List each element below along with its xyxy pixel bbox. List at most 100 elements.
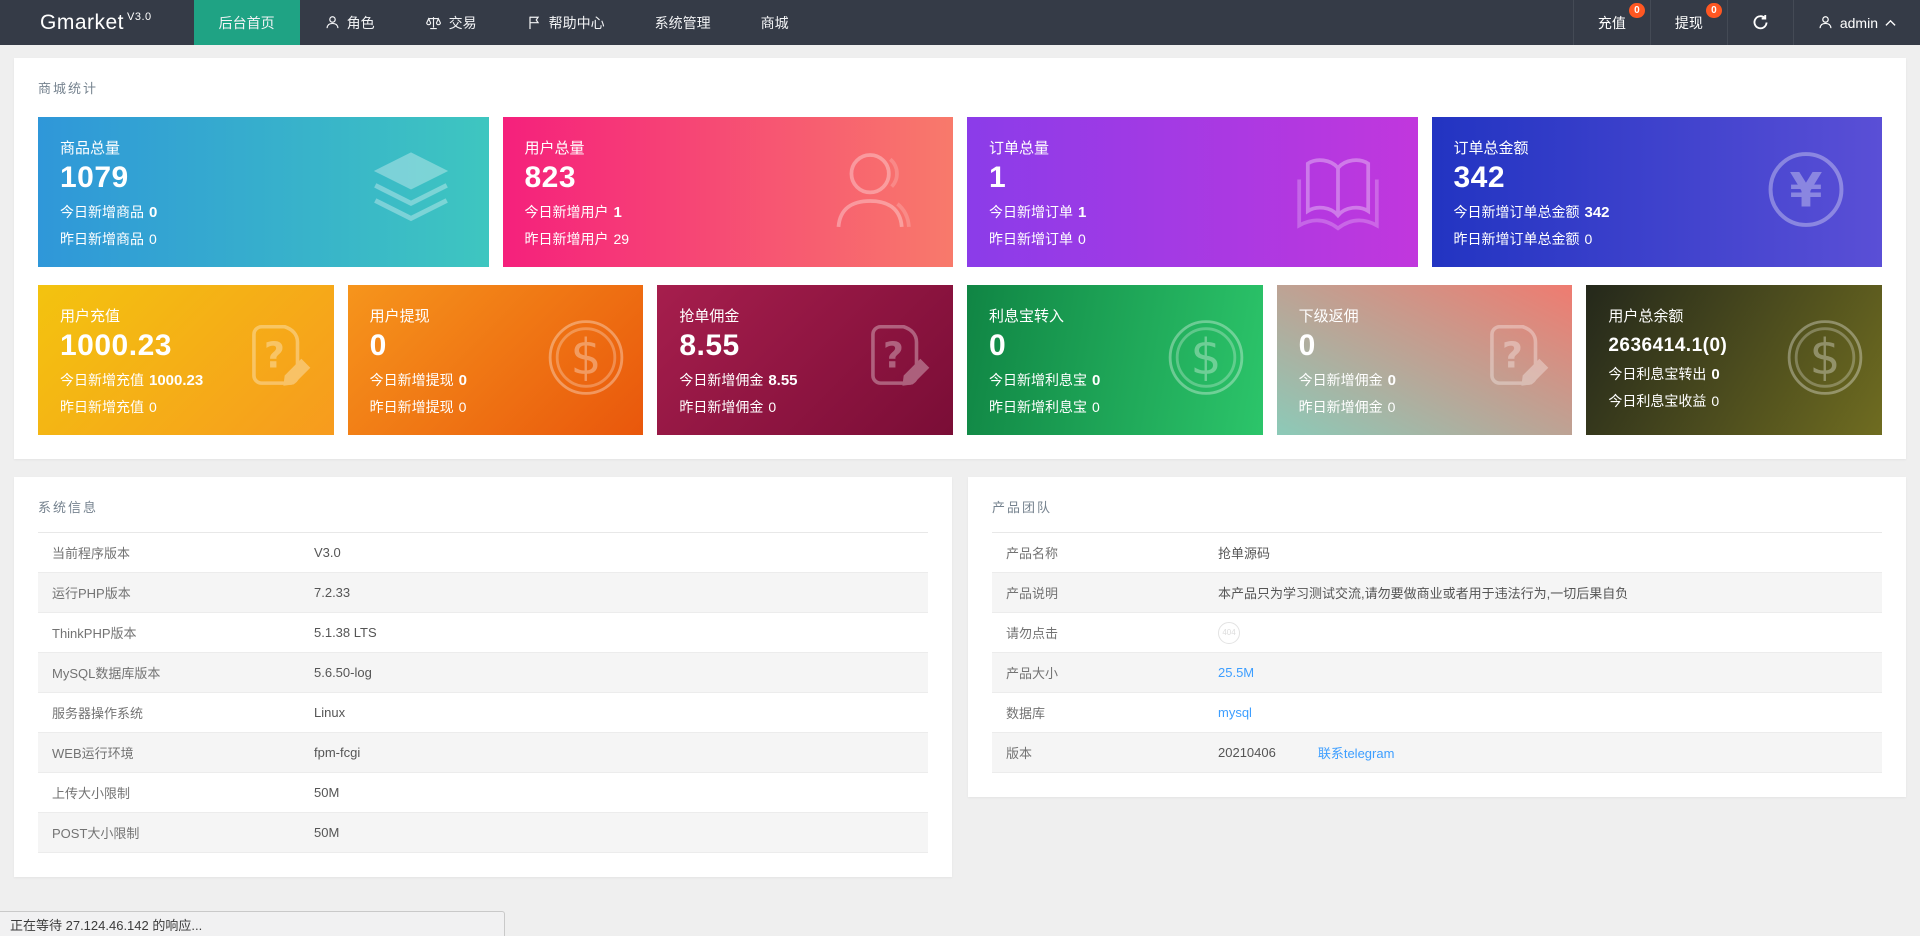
stat-card-line1-value: 0 bbox=[1091, 372, 1101, 389]
info-row-6: 版本 20210406 联系telegram bbox=[992, 733, 1882, 773]
stat-card-line1-value: 0 bbox=[1711, 366, 1720, 383]
username: admin bbox=[1839, 14, 1878, 31]
svg-text:$: $ bbox=[1190, 330, 1221, 386]
app-version: V3.0 bbox=[127, 10, 152, 23]
stat-card-sub-rebate: 下级返佣 0 今日新增佣金 0 昨日新增佣金 0? bbox=[1276, 285, 1573, 435]
main-content: 商城统计 商品总量 1079 今日新增商品 0 昨日新增商品 0 用户总量 823 今日新增用户… bbox=[0, 45, 1920, 877]
stat-card-line1-value: 1 bbox=[1078, 204, 1087, 221]
app-logo[interactable]: Gmarket V3.0 bbox=[0, 0, 194, 45]
stat-card-line2-value: 0 bbox=[1711, 393, 1720, 409]
info-row-value: 5.1.38 LTS bbox=[314, 625, 377, 640]
nav-item-trade[interactable]: 交易 bbox=[400, 0, 502, 45]
doc-question-pencil-icon: ? bbox=[1474, 317, 1556, 404]
info-row-value: 50M bbox=[314, 825, 340, 840]
stat-card-product-total: 商品总量 1079 今日新增商品 0 昨日新增商品 0 bbox=[38, 117, 489, 267]
info-row-4: MySQL数据库版本 5.6.50-log bbox=[38, 653, 928, 693]
stat-card-line1-value: 1 bbox=[613, 204, 622, 221]
main-menu: 后台首页 角色 交易 帮助中心 系统管理 商城 bbox=[193, 0, 814, 45]
nav-item-help-center[interactable]: 帮助中心 bbox=[502, 0, 630, 45]
svg-text:?: ? bbox=[1502, 336, 1523, 377]
info-row-label: 版本 bbox=[1006, 746, 1033, 761]
nav-item-label: 帮助中心 bbox=[548, 14, 605, 31]
info-row-label: 当前程序版本 bbox=[52, 546, 131, 561]
stat-card-line2-label: 昨日新增充值 bbox=[60, 399, 144, 415]
product-team-title: 产品团队 bbox=[992, 500, 1053, 515]
info-row-label: 产品大小 bbox=[1006, 666, 1059, 681]
info-row-link[interactable]: mysql bbox=[1218, 705, 1252, 720]
stat-card-line2-label: 昨日新增用户 bbox=[524, 231, 609, 247]
svg-text:?: ? bbox=[883, 336, 904, 377]
status-text: 正在等待 27.124.46.142 的响应... bbox=[10, 917, 203, 933]
nav-item-mall[interactable]: 商城 bbox=[736, 0, 814, 45]
nav-item-label: 角色 bbox=[346, 14, 375, 31]
scales-icon bbox=[425, 15, 442, 30]
stat-card-user-balance-total: 用户总余额 2636414.1(0) 今日利息宝转出 0 今日利息宝收益 0 $ bbox=[1586, 285, 1882, 435]
refresh-button[interactable] bbox=[1726, 0, 1793, 45]
info-row-7: 上传大小限制 50M bbox=[38, 773, 928, 813]
book-icon bbox=[1292, 144, 1384, 241]
info-row-5: 服务器操作系统 Linux bbox=[38, 693, 928, 733]
nav-item-system-manage[interactable]: 系统管理 bbox=[630, 0, 736, 45]
mall-stats-panel: 商城统计 商品总量 1079 今日新增商品 0 昨日新增商品 0 用户总量 823 今日新增用户… bbox=[14, 58, 1906, 459]
stat-cards-row-2: 用户充值 1000.23 今日新增充值 1000.23 昨日新增充值 0? 用户提现 0 今日新… bbox=[38, 285, 1882, 435]
stat-card-line1-value: 0 bbox=[149, 204, 158, 221]
broken-image-404-icon[interactable]: 404 bbox=[1218, 621, 1240, 644]
info-row-label: WEB运行环境 bbox=[52, 746, 134, 761]
stat-card-line2-value: 0 bbox=[1091, 399, 1100, 415]
stat-card-order-total: 订单总量 1 今日新增订单 1 昨日新增订单 0 bbox=[967, 117, 1418, 267]
info-row-3: 请勿点击 404 bbox=[992, 613, 1882, 653]
nav-item-label: 商城 bbox=[760, 14, 789, 31]
layers-icon bbox=[367, 146, 455, 239]
withdraw-button[interactable]: 提现 0 bbox=[1649, 0, 1727, 45]
info-row-4: 产品大小 25.5M bbox=[992, 653, 1882, 693]
app-logo-text: Gmarket bbox=[40, 10, 125, 34]
stat-card-line1-label: 今日新增佣金 bbox=[1298, 372, 1383, 388]
stat-card-line1-label: 今日新增佣金 bbox=[679, 372, 764, 388]
stat-card-line2-value: 0 bbox=[149, 231, 157, 247]
stat-card-line2-label: 昨日新增佣金 bbox=[1298, 399, 1383, 415]
stat-card-line1-label: 今日新增订单 bbox=[989, 204, 1073, 220]
nav-item-roles[interactable]: 角色 bbox=[300, 0, 400, 45]
stat-card-line2-label: 昨日新增订单总金额 bbox=[1453, 231, 1580, 247]
nav-item-home[interactable]: 后台首页 bbox=[193, 0, 300, 45]
svg-text:$: $ bbox=[1810, 330, 1841, 386]
withdraw-label: 提现 bbox=[1674, 14, 1703, 31]
stat-card-user-total: 用户总量 823 今日新增用户 1 昨日新增用户 29 bbox=[502, 117, 953, 267]
yen-circle-icon: ¥ bbox=[1764, 148, 1848, 237]
telegram-contact-link[interactable]: 联系telegram bbox=[1318, 743, 1395, 762]
stat-card-line2-value: 0 bbox=[1584, 231, 1593, 247]
svg-text:$: $ bbox=[571, 330, 602, 386]
person-icon bbox=[325, 15, 340, 30]
info-row-value: 抢单源码 bbox=[1218, 546, 1271, 561]
recharge-button[interactable]: 充值 0 bbox=[1572, 0, 1650, 45]
info-row-5: 数据库 mysql bbox=[992, 693, 1882, 733]
nav-item-label: 系统管理 bbox=[654, 14, 711, 31]
stats-panel-title: 商城统计 bbox=[38, 81, 99, 96]
info-row-value: 7.2.33 bbox=[314, 585, 351, 600]
info-row-link[interactable]: 25.5M bbox=[1218, 665, 1254, 680]
info-row-value: fpm-fcgi bbox=[314, 745, 361, 760]
stat-card-line1-label: 今日新增订单总金额 bbox=[1453, 204, 1580, 220]
stat-card-line1-label: 今日利息宝转出 bbox=[1608, 366, 1707, 382]
info-row-label: ThinkPHP版本 bbox=[52, 626, 137, 641]
system-info-title: 系统信息 bbox=[38, 500, 99, 515]
stat-card-line2-label: 昨日新增利息宝 bbox=[988, 399, 1087, 415]
withdraw-badge: 0 bbox=[1705, 3, 1722, 18]
info-row-label: 产品名称 bbox=[1006, 546, 1059, 561]
stat-card-line2-value: 0 bbox=[149, 399, 157, 415]
info-row-label: 请勿点击 bbox=[1006, 626, 1059, 641]
user-icon bbox=[827, 144, 919, 241]
info-row-label: 数据库 bbox=[1006, 706, 1046, 721]
info-row-label: 运行PHP版本 bbox=[52, 586, 131, 601]
stat-card-line1-label: 今日新增用户 bbox=[524, 204, 609, 220]
info-row-value: 本产品只为学习测试交流,请勿要做商业或者用于违法行为,一切后果自负 bbox=[1218, 586, 1629, 601]
stat-card-user-recharge: 用户充值 1000.23 今日新增充值 1000.23 昨日新增充值 0? bbox=[38, 285, 334, 435]
navbar-right-actions: 充值 0 提现 0 admin bbox=[1572, 0, 1920, 45]
nav-item-label: 后台首页 bbox=[218, 14, 275, 31]
doc-question-pencil-icon: ? bbox=[236, 317, 318, 404]
user-menu[interactable]: admin bbox=[1792, 0, 1920, 45]
stat-card-line1-value: 8.55 bbox=[768, 372, 798, 389]
product-team-panel: 产品团队 产品名称 抢单源码 产品说明 本产品只为学习测试交流,请勿要做商业或者用于违… bbox=[968, 477, 1906, 797]
refresh-icon bbox=[1752, 14, 1769, 31]
stat-card-order-amount-total: 订单总金额 342 今日新增订单总金额 342 昨日新增订单总金额 0 ¥ bbox=[1431, 117, 1882, 267]
